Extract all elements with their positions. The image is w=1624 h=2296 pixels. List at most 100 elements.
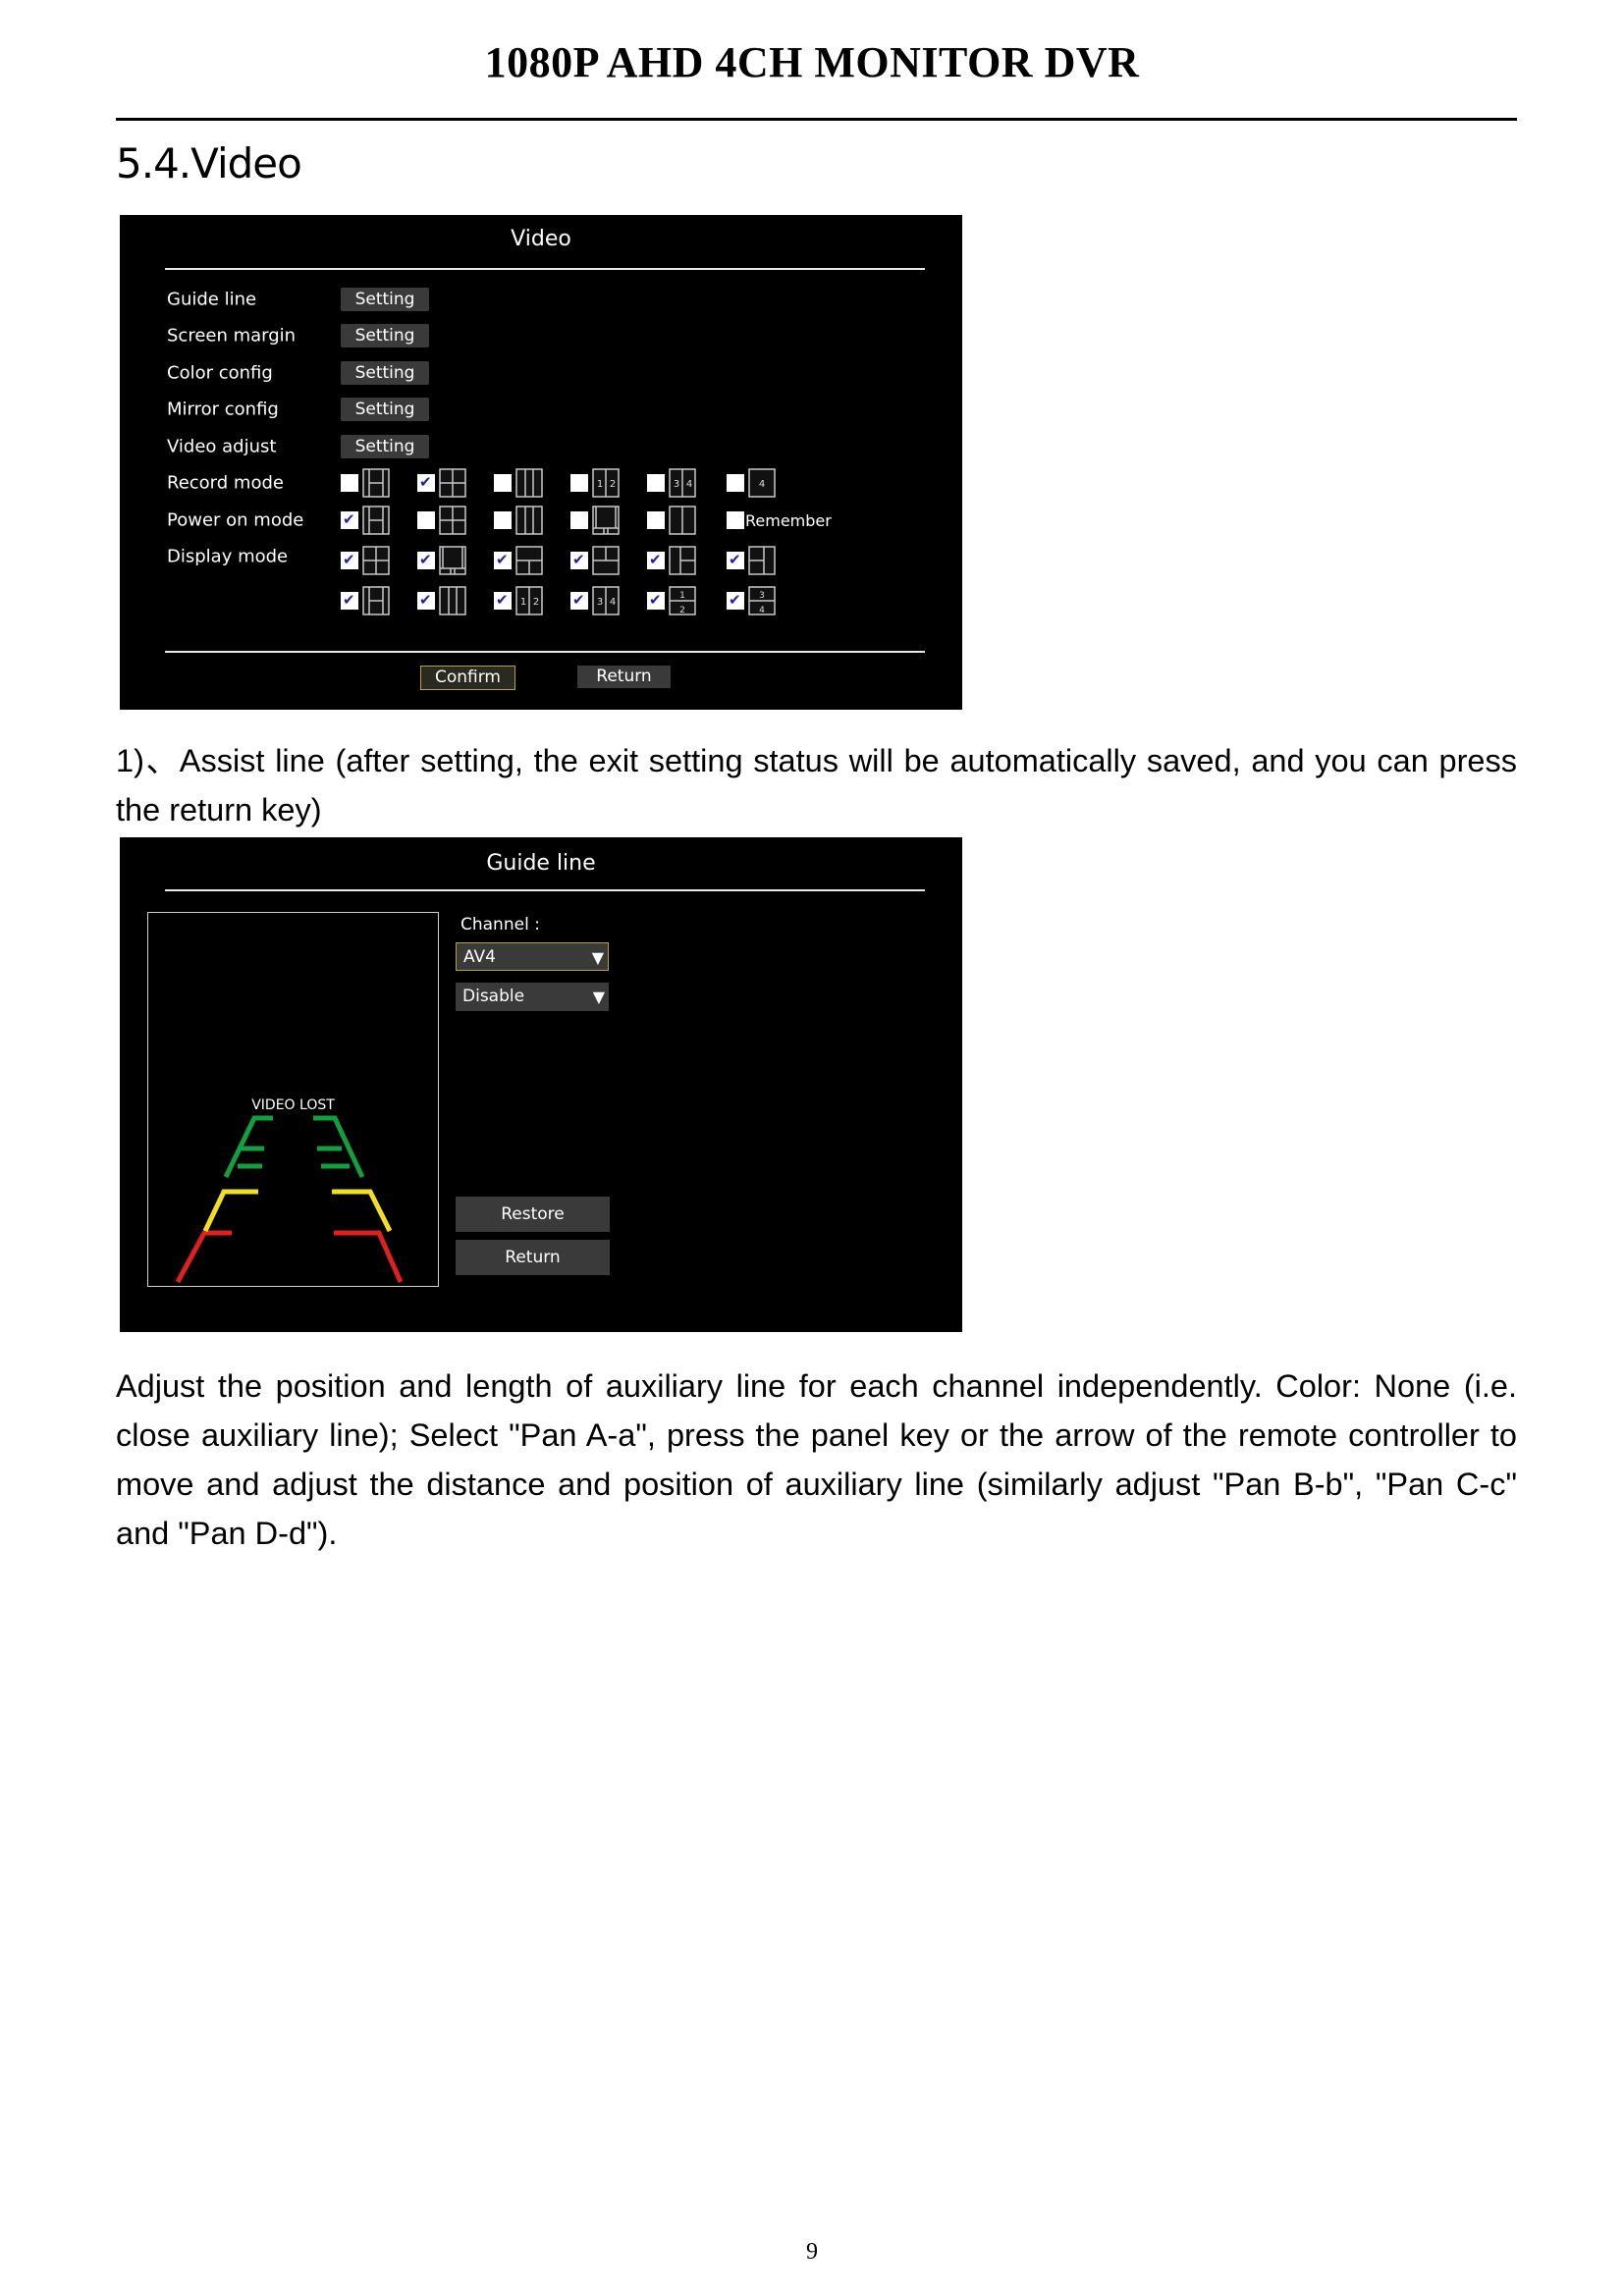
display-mode-option[interactable]: 34 [727,586,776,615]
assist-line-paragraph: 1)、Assist line (after setting, the exit … [116,743,1517,828]
dropdown-arrow-icon: ▼ [592,988,605,1006]
display-mode-option[interactable] [417,546,466,575]
guide-line-screenshot: Guide line VIDEO LOST Channel : AV4 ▼ Di… [120,837,962,1332]
guide-line-setting-button[interactable]: Setting [341,288,429,311]
svg-text:1: 1 [679,591,685,601]
checkbox-checked[interactable] [417,551,435,569]
guide-line-red-right [334,1230,404,1284]
layout-left-2-right-1-icon [748,546,776,575]
power-on-mode-option[interactable] [417,506,466,535]
checkbox-unchecked[interactable] [570,474,588,492]
mirror-config-setting-button[interactable]: Setting [341,398,429,421]
display-mode-option[interactable] [341,586,390,615]
svg-text:2: 2 [610,479,616,490]
guide-line-description-paragraph: Adjust the position and length of auxili… [116,1368,1517,1551]
video-menu-title: Video [511,227,571,251]
checkbox-unchecked[interactable] [647,511,665,529]
layout-big-top-3-small-bottom-icon [439,546,466,575]
checkbox-checked[interactable] [727,591,744,610]
power-on-mode-option[interactable] [494,506,543,535]
display-mode-option[interactable]: 12 [647,586,696,615]
footer-divider [165,651,925,653]
checkbox-unchecked[interactable] [494,511,512,529]
checkbox-checked[interactable] [727,551,744,569]
confirm-button[interactable]: Confirm [420,666,515,690]
record-mode-option[interactable] [494,468,543,498]
setting-label: Mirror config [167,399,279,420]
dropdown-arrow-icon: ▼ [591,948,604,967]
layout-triple-vertical-icon [439,586,466,615]
display-mode-option[interactable] [727,546,776,575]
layout-top-1-bottom-2-icon [515,546,543,575]
display-mode-option[interactable] [417,586,466,615]
checkbox-checked[interactable] [341,591,358,610]
guide-mode-select[interactable]: Disable ▼ [456,983,609,1011]
video-menu-screenshot: Video Guide line Setting Screen margin Sett… [120,215,962,710]
title-divider [165,268,925,270]
checkbox-unchecked[interactable] [727,511,744,529]
layout-big-top-2-small-bottom-icon [592,506,620,535]
return-button[interactable]: Return [577,666,671,688]
checkbox-checked[interactable] [341,510,358,529]
restore-button[interactable]: Restore [456,1197,610,1232]
record-mode-option[interactable]: 12 [570,468,620,498]
layout-quad-icon [362,546,390,575]
remember-checkbox[interactable]: Remember [727,506,832,535]
svg-text:4: 4 [686,479,692,490]
display-mode-option[interactable] [341,546,390,575]
checkbox-checked[interactable] [417,473,435,492]
checkbox-unchecked[interactable] [570,511,588,529]
checkbox-unchecked[interactable] [494,474,512,492]
power-on-mode-option[interactable] [341,506,390,535]
channel-select[interactable]: AV4 ▼ [456,942,609,971]
record-mode-option[interactable]: 4 [727,468,776,498]
checkbox-checked[interactable] [570,591,588,610]
guide-mode-value: Disable [462,987,525,1006]
remember-label: Remember [745,510,832,530]
checkbox-checked[interactable] [494,591,512,610]
checkbox-checked[interactable] [494,551,512,569]
checkbox-checked[interactable] [570,551,588,569]
layout-split-vertical-icon [669,506,696,535]
display-mode-option[interactable] [570,546,620,575]
checkbox-unchecked[interactable] [341,474,358,492]
display-mode-option[interactable]: 12 [494,586,543,615]
layout-triple-vertical-icon [515,468,543,498]
layout-channel-4-icon: 4 [748,468,776,498]
display-mode-option[interactable] [494,546,543,575]
header-divider [116,118,1517,121]
display-mode-option[interactable]: 34 [570,586,620,615]
section-title: 5.4.Video [116,139,302,187]
guide-line-title: Guide line [486,851,596,876]
svg-text:1: 1 [597,479,603,490]
screen-margin-setting-button[interactable]: Setting [341,324,429,347]
power-on-mode-option[interactable] [647,506,696,535]
parking-guide-lines [175,1115,404,1284]
setting-label: Color config [167,362,273,384]
checkbox-unchecked[interactable] [417,511,435,529]
return-button[interactable]: Return [456,1240,610,1275]
setting-label: Video adjust [167,436,277,457]
checkbox-checked[interactable] [647,591,665,610]
record-mode-option[interactable]: 34 [647,468,696,498]
svg-text:3: 3 [597,597,603,608]
checkbox-unchecked[interactable] [647,474,665,492]
video-adjust-setting-button[interactable]: Setting [341,435,429,458]
svg-text:3: 3 [759,591,765,601]
power-on-mode-label: Power on mode [167,509,304,531]
layout-channels-3-4-icon: 34 [669,468,696,498]
layout-stacked-1-2-icon: 12 [669,586,696,615]
checkbox-checked[interactable] [341,551,358,569]
checkbox-checked[interactable] [417,591,435,610]
power-on-mode-option[interactable] [570,506,620,535]
record-mode-option[interactable] [341,468,390,498]
layout-stacked-3-4-icon: 34 [748,586,776,615]
camera-preview: VIDEO LOST [147,912,439,1287]
checkbox-checked[interactable] [647,551,665,569]
checkbox-unchecked[interactable] [727,474,744,492]
svg-text:1: 1 [520,597,526,608]
display-mode-option[interactable] [647,546,696,575]
record-mode-option[interactable] [417,468,466,498]
color-config-setting-button[interactable]: Setting [341,361,429,385]
layout-quad-icon [439,468,466,498]
